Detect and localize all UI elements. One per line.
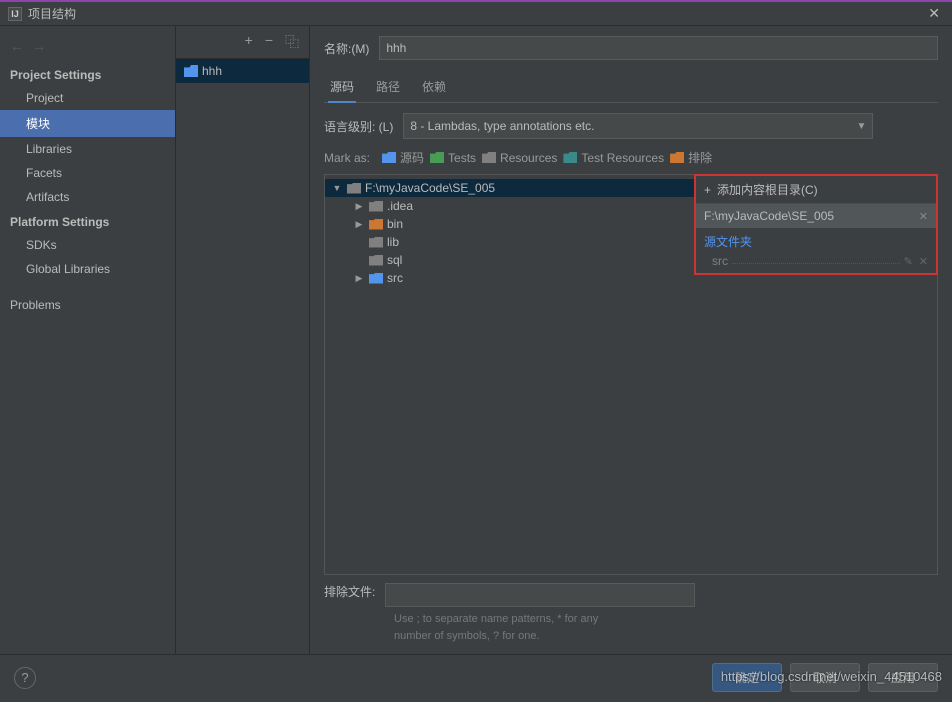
chevron-down-icon: ▼	[856, 121, 866, 132]
sidebar-item-global-libraries[interactable]: Global Libraries	[0, 257, 175, 281]
content-tabs: 源码 路径 依赖	[324, 70, 938, 103]
exclude-files-field[interactable]	[385, 583, 695, 607]
expand-icon[interactable]: ▶	[353, 219, 365, 230]
titlebar: IJ 项目结构 ✕	[0, 0, 952, 26]
expand-icon[interactable]: ▶	[353, 273, 365, 284]
mark-tests[interactable]: Tests	[430, 151, 476, 165]
language-level-value: 8 - Lambdas, type annotations etc.	[410, 119, 594, 133]
folder-icon	[369, 273, 383, 284]
cancel-button[interactable]: 取消	[790, 663, 860, 692]
settings-sidebar: ← → Project Settings Project 模块 Librarie…	[0, 26, 176, 654]
module-name: hhh	[202, 64, 222, 78]
ok-button[interactable]: 确定	[712, 663, 782, 692]
folder-icon	[670, 152, 684, 163]
help-icon[interactable]: ?	[14, 667, 36, 689]
nav-forward-icon[interactable]: →	[32, 38, 46, 54]
exclude-hint: Use ; to separate name patterns, * for a…	[394, 611, 938, 644]
add-content-root-header[interactable]: + 添加内容根目录(C)	[696, 176, 936, 204]
copy-module-icon[interactable]: ⿻	[285, 32, 299, 52]
exclude-files-label: 排除文件:	[324, 583, 375, 600]
app-icon: IJ	[8, 7, 22, 21]
sidebar-item-modules[interactable]: 模块	[0, 110, 175, 137]
sidebar-item-libraries[interactable]: Libraries	[0, 137, 175, 161]
folder-icon	[382, 152, 396, 163]
folder-icon	[369, 237, 383, 248]
plus-icon: +	[704, 183, 711, 197]
content-root-path[interactable]: F:\myJavaCode\SE_005 ✕	[696, 204, 936, 228]
close-icon[interactable]: ✕	[924, 5, 944, 22]
mark-test-resources[interactable]: Test Resources	[563, 151, 664, 165]
module-name-field[interactable]	[379, 36, 938, 60]
tab-paths[interactable]: 路径	[374, 74, 402, 102]
folder-icon	[369, 255, 383, 266]
expand-icon[interactable]: ▼	[331, 183, 343, 193]
remove-module-icon[interactable]: −	[265, 32, 273, 52]
mark-resources[interactable]: Resources	[482, 151, 557, 165]
folder-icon	[347, 183, 361, 194]
section-platform-settings: Platform Settings	[0, 209, 175, 233]
module-folder-icon	[184, 65, 198, 77]
section-project-settings: Project Settings	[0, 62, 175, 86]
folder-icon	[369, 219, 383, 230]
sidebar-item-project[interactable]: Project	[0, 86, 175, 110]
sidebar-item-sdks[interactable]: SDKs	[0, 233, 175, 257]
edit-icon[interactable]: ✎	[904, 255, 913, 268]
folder-icon	[430, 152, 444, 163]
content-roots-panel: + 添加内容根目录(C) F:\myJavaCode\SE_005 ✕ 源文件夹…	[694, 174, 938, 275]
sidebar-item-facets[interactable]: Facets	[0, 161, 175, 185]
module-item[interactable]: hhh	[176, 59, 309, 83]
mark-sources[interactable]: 源码	[382, 149, 424, 166]
mark-excluded[interactable]: 排除	[670, 149, 712, 166]
remove-root-icon[interactable]: ✕	[919, 210, 928, 223]
sidebar-item-artifacts[interactable]: Artifacts	[0, 185, 175, 209]
source-folders-section: 源文件夹	[696, 228, 936, 252]
content-panel: 名称:(M) 源码 路径 依赖 语言级别: (L) 8 - Lambdas, t…	[310, 26, 952, 654]
window-title: 项目结构	[28, 5, 924, 22]
nav-back-icon[interactable]: ←	[10, 38, 24, 54]
sidebar-item-problems[interactable]: Problems	[0, 293, 175, 317]
folder-icon	[563, 152, 577, 163]
tab-sources[interactable]: 源码	[328, 74, 356, 103]
apply-button[interactable]: 应用	[868, 663, 938, 692]
folder-icon	[369, 201, 383, 212]
name-label: 名称:(M)	[324, 40, 369, 57]
language-level-combo[interactable]: 8 - Lambdas, type annotations etc. ▼	[403, 113, 873, 139]
folder-icon	[482, 152, 496, 163]
language-level-label: 语言级别: (L)	[324, 118, 393, 135]
expand-icon[interactable]: ▶	[353, 201, 365, 212]
add-module-icon[interactable]: +	[245, 32, 253, 52]
tab-dependencies[interactable]: 依赖	[420, 74, 448, 102]
dialog-footer: ? 确定 取消 应用	[0, 654, 952, 700]
mark-as-label: Mark as:	[324, 151, 370, 165]
source-folder-item[interactable]: src ✎✕	[696, 252, 936, 273]
remove-icon[interactable]: ✕	[919, 255, 928, 268]
module-list: + − ⿻ hhh	[176, 26, 310, 654]
